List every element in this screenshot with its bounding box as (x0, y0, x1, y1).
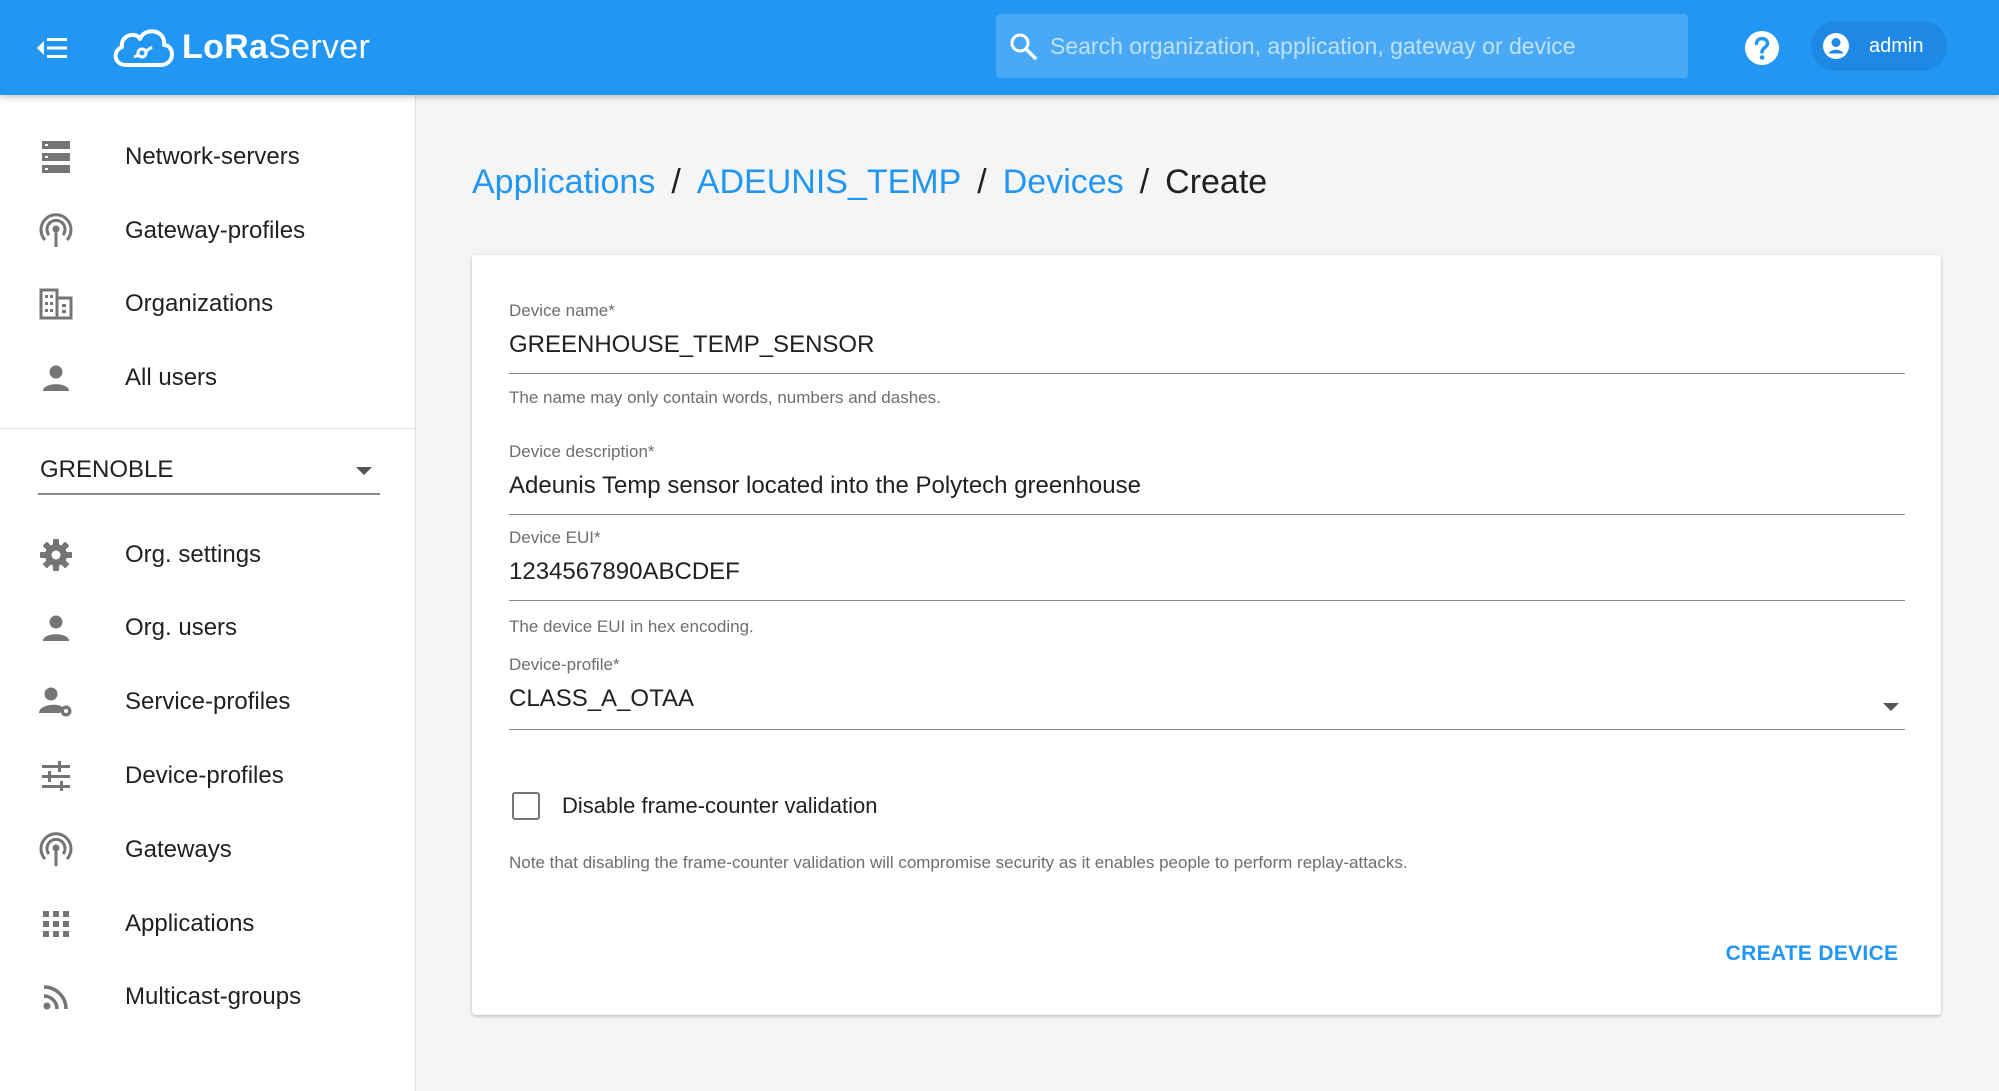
device-description-input[interactable]: Adeunis Temp sensor located into the Pol… (509, 472, 1141, 500)
chevron-down-icon (1883, 703, 1899, 711)
sidebar-item-label: Applications (125, 910, 255, 937)
collapse-menu-icon[interactable] (33, 25, 79, 71)
input-underline (509, 600, 1905, 601)
apps-grid-icon (38, 906, 74, 942)
sidebar-item-device-profiles[interactable]: Device-profiles (0, 741, 415, 811)
top-app-bar: LoRaServer admin (0, 0, 1999, 95)
search-box[interactable] (996, 14, 1688, 78)
antenna-icon (38, 832, 74, 868)
rss-icon (38, 979, 74, 1015)
chevron-down-icon (356, 467, 372, 475)
device-eui-input[interactable]: 1234567890ABCDEF (509, 558, 740, 586)
sidebar-item-label: Gateways (125, 836, 232, 863)
disable-fcnt-checkbox[interactable] (512, 792, 540, 820)
sidebar-item-label: Device-profiles (125, 762, 284, 789)
user-menu-button[interactable]: admin (1811, 21, 1947, 71)
create-device-button[interactable]: CREATE DEVICE (1712, 931, 1912, 977)
search-input[interactable] (1050, 32, 1670, 60)
sidebar-item-service-profiles[interactable]: Service-profiles (0, 667, 415, 737)
breadcrumb-applications-link[interactable]: Applications (472, 163, 655, 202)
person-settings-icon (38, 684, 74, 720)
gear-icon (38, 537, 74, 573)
disable-fcnt-note: Note that disabling the frame-counter va… (509, 853, 1408, 872)
organization-select-value: GRENOBLE (40, 456, 174, 483)
sidebar-item-gateways[interactable]: Gateways (0, 815, 415, 885)
device-description-label: Device description* (509, 442, 655, 461)
device-name-input[interactable]: GREENHOUSE_TEMP_SENSOR (509, 331, 874, 359)
tune-icon (38, 758, 74, 794)
breadcrumb-current: Create (1165, 163, 1268, 201)
user-name: admin (1869, 34, 1924, 57)
create-device-form: Device name* GREENHOUSE_TEMP_SENSOR The … (472, 255, 1941, 1015)
help-icon[interactable] (1742, 28, 1782, 68)
sidebar-item-label: Gateway-profiles (125, 217, 306, 244)
sidebar-item-applications[interactable]: Applications (0, 889, 415, 959)
breadcrumb-separator: / (671, 163, 681, 201)
device-name-label: Device name* (509, 301, 615, 320)
sidebar-item-multicast-groups[interactable]: Multicast-groups (0, 962, 415, 1032)
sidebar-item-label: Multicast-groups (125, 983, 302, 1010)
sidebar: Network-servers Gateway-profiles Organiz… (0, 95, 416, 1091)
cloud-logo-icon (113, 29, 174, 67)
sidebar-item-label: Service-profiles (125, 688, 291, 715)
logo-text: LoRaServer (182, 27, 371, 66)
server-icon (38, 139, 74, 175)
sidebar-item-organizations[interactable]: Organizations (0, 269, 415, 339)
device-name-helper: The name may only contain words, numbers… (509, 388, 941, 407)
sidebar-item-label: Org. settings (125, 541, 262, 568)
input-underline (509, 373, 1905, 374)
input-underline (509, 514, 1905, 515)
device-eui-helper: The device EUI in hex encoding. (509, 617, 754, 636)
breadcrumb-separator: / (1139, 163, 1150, 201)
account-circle-icon (1823, 33, 1849, 59)
sidebar-item-label: All users (125, 364, 218, 391)
person-icon (38, 610, 74, 646)
sidebar-item-org-users[interactable]: Org. users (0, 593, 415, 663)
antenna-icon (38, 213, 74, 249)
breadcrumb-application-link[interactable]: ADEUNIS_TEMP (697, 163, 962, 202)
sidebar-item-gateway-profiles[interactable]: Gateway-profiles (0, 196, 415, 266)
search-icon (1010, 33, 1037, 60)
organization-select[interactable]: GRENOBLE (38, 445, 380, 495)
sidebar-divider (0, 428, 415, 429)
device-profile-value[interactable]: CLASS_A_OTAA (509, 685, 694, 713)
breadcrumb-separator: / (977, 163, 987, 201)
sidebar-item-network-servers[interactable]: Network-servers (0, 122, 415, 192)
sidebar-item-label: Organizations (125, 290, 274, 317)
input-underline (509, 729, 1905, 730)
sidebar-item-label: Org. users (125, 614, 238, 641)
device-eui-label: Device EUI* (509, 528, 601, 547)
breadcrumb-devices-link[interactable]: Devices (1003, 163, 1124, 202)
sidebar-item-all-users[interactable]: All users (0, 343, 415, 413)
person-icon (38, 360, 74, 396)
sidebar-item-label: Network-servers (125, 143, 300, 170)
sidebar-item-org-settings[interactable]: Org. settings (0, 520, 415, 590)
breadcrumb: Applications / ADEUNIS_TEMP / Devices / … (472, 163, 1267, 202)
disable-fcnt-label[interactable]: Disable frame-counter validation (562, 793, 878, 819)
building-icon (38, 286, 74, 322)
device-profile-label: Device-profile* (509, 655, 620, 674)
app-logo[interactable]: LoRaServer (108, 14, 370, 80)
